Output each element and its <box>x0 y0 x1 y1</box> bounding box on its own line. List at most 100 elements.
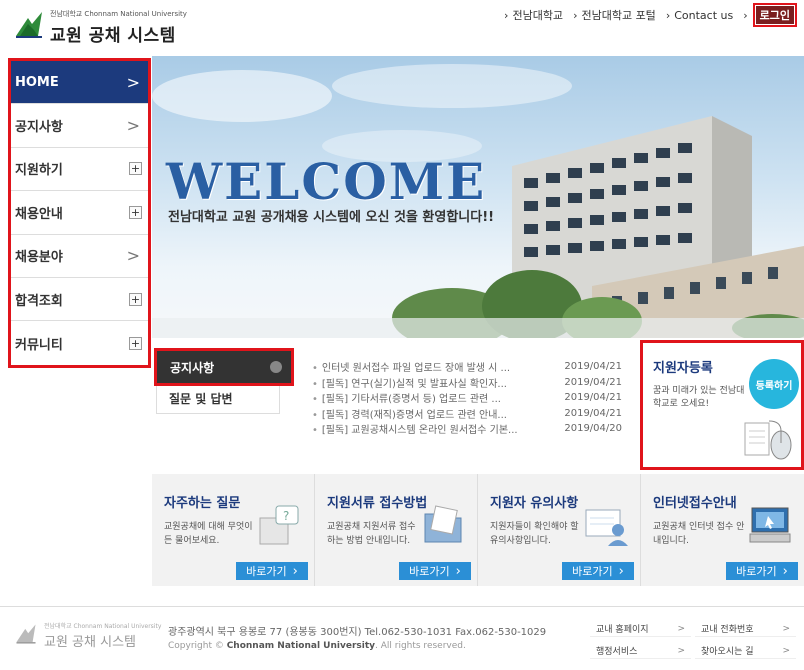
top-link-contact[interactable]: Contact us <box>666 9 733 22</box>
shortcut-label: 바로가기 <box>736 565 777 578</box>
computer-icon <box>749 507 791 543</box>
card-title[interactable]: 자주하는 질문 <box>164 492 240 511</box>
sidebar-item-recruit-field[interactable]: 채용분야 > <box>11 235 148 278</box>
sidebar-item-home[interactable]: HOME > <box>11 61 148 105</box>
notice-list: 인터넷 원서접수 파일 업로드 장애 발생 시 ... 2019/04/21 [… <box>312 359 622 437</box>
login-chevron-icon <box>743 9 751 22</box>
card-title[interactable]: 지원자 유의사항 <box>490 492 578 511</box>
list-item[interactable]: [필독] 경력(재직)증명서 업로드 관련 안내... 2019/04/21 <box>312 406 622 422</box>
quick-links: 자주하는 질문 교원공채에 대해 무엇이든 물어보세요. ? 바로가기 › 지원서… <box>152 474 804 586</box>
logo-subtitle: 전남대학교 Chonnam National University <box>50 10 187 18</box>
footer-links: 교내 홈페이지 > 교내 전화번호 > 행정서비스 > 찾아오시는 길 > <box>590 621 796 659</box>
sidebar-item-recruit-guide[interactable]: 채용안내 + <box>11 191 148 235</box>
shortcut-button[interactable]: 바로가기 › <box>726 562 798 580</box>
copyright-owner: Chonnam National University <box>226 641 375 651</box>
notice-date: 2019/04/20 <box>564 423 622 435</box>
tab-label: 공지사항 <box>170 360 215 375</box>
card-title[interactable]: 지원서류 접수방법 <box>327 492 427 511</box>
applicant-notice-icon <box>585 509 628 546</box>
footer-address: 광주광역시 북구 용봉로 77 (용봉동 300번지) Tel.062-530-… <box>168 627 547 638</box>
notice-title[interactable]: 인터넷 원서접수 파일 업로드 장애 발생 시 ... <box>312 359 532 374</box>
register-button[interactable]: 등록하기 <box>749 359 799 409</box>
register-title[interactable]: 지원자등록 <box>653 357 713 376</box>
sidebar-item-label: HOME <box>15 74 59 90</box>
top-navigation: 전남대학교 전남대학교 포털 Contact us 로그인 <box>504 3 798 27</box>
chevron-right-icon: > <box>677 623 685 634</box>
card-description: 교원공채 지원서류 접수하는 방법 안내입니다. <box>327 522 416 546</box>
sidebar-item-label: 합격조회 <box>15 293 63 309</box>
footer-copyright: Copyright © Chonnam National University.… <box>168 641 466 651</box>
folder-icon <box>424 505 462 543</box>
footer-logo-title: 교원 공채 시스템 <box>44 635 136 650</box>
card-description: 교원공채에 대해 무엇이든 물어보세요. <box>164 522 253 546</box>
expand-plus-icon[interactable]: + <box>129 205 142 219</box>
sidebar-item-community[interactable]: 커뮤니티 + <box>11 321 148 364</box>
chevron-right-icon: › <box>618 563 624 579</box>
card-applicant-notice: 지원자 유의사항 지원자들이 확인해야 할 유의사항입니다. 바로가기 › <box>478 474 641 586</box>
expand-plus-icon[interactable]: + <box>129 162 142 176</box>
footer-logo-subtitle: 전남대학교 Chonnam National University <box>44 623 162 630</box>
footer-link-label: 행정서비스 <box>596 647 638 657</box>
sidebar-item-result[interactable]: 합격조회 + <box>11 278 148 322</box>
tab-qna[interactable]: 질문 및 답변 <box>156 384 280 414</box>
footer-link-label: 교내 전화번호 <box>701 625 754 635</box>
shortcut-label: 바로가기 <box>246 565 287 578</box>
chevron-right-icon: > <box>126 246 140 266</box>
sidebar-menu: HOME > 공지사항 > 지원하기 + 채용안내 + 채용분야 > 합격조회 … <box>8 58 151 368</box>
more-icon[interactable] <box>270 361 282 373</box>
shortcut-button[interactable]: 바로가기 › <box>399 562 471 580</box>
logo-title[interactable]: 교원 공채 시스템 <box>50 21 176 46</box>
chevron-right-icon: › <box>292 563 298 579</box>
tab-notice[interactable]: 공지사항 <box>154 348 294 386</box>
notice-title[interactable]: [필독] 기타서류(증명서 등) 업로드 관련 ... <box>312 390 532 405</box>
sidebar-item-label: 채용분야 <box>15 250 63 266</box>
notice-date: 2019/04/21 <box>564 361 622 373</box>
list-item[interactable]: [필독] 기타서류(증명서 등) 업로드 관련 ... 2019/04/21 <box>312 390 622 406</box>
chevron-right-icon: > <box>782 645 790 656</box>
expand-plus-icon[interactable]: + <box>129 292 142 306</box>
footer-link-label: 교내 홈페이지 <box>596 625 649 635</box>
university-logo-icon[interactable] <box>14 10 44 40</box>
card-description: 지원자들이 확인해야 할 유의사항입니다. <box>490 522 579 546</box>
top-link-jnu[interactable]: 전남대학교 <box>504 7 563 23</box>
chevron-right-icon: > <box>126 72 140 92</box>
welcome-subtitle: 전남대학교 교원 공개채용 시스템에 오신 것을 환영합니다!! <box>168 210 495 225</box>
notice-title[interactable]: [필독] 연구(실기)실적 및 발표사실 확인자... <box>312 375 532 390</box>
shortcut-button[interactable]: 바로가기 › <box>562 562 634 580</box>
shortcut-label: 바로가기 <box>572 565 613 578</box>
login-button[interactable]: 로그인 <box>752 3 798 27</box>
top-link-portal[interactable]: 전남대학교 포털 <box>573 7 655 23</box>
chevron-right-icon: › <box>782 563 788 579</box>
card-submission-method: 지원서류 접수방법 교원공채 지원서류 접수하는 방법 안내입니다. 바로가기 › <box>315 474 478 586</box>
notice-date: 2019/04/21 <box>564 376 622 388</box>
expand-plus-icon[interactable]: + <box>129 336 142 350</box>
sidebar-item-label: 채용안내 <box>15 206 63 222</box>
list-item[interactable]: [필독] 교원공채시스템 온라인 원서접수 기본... 2019/04/20 <box>312 421 622 437</box>
sidebar-item-apply[interactable]: 지원하기 + <box>11 148 148 192</box>
footer-link-admin-service[interactable]: 행정서비스 > <box>590 643 691 659</box>
copyright-prefix: Copyright © <box>168 641 227 651</box>
sidebar-item-label: 커뮤니티 <box>15 337 63 353</box>
card-internet-guide: 인터넷접수안내 교원공채 인터넷 접수 안내입니다. 바로가기 › <box>641 474 804 586</box>
footer-link-directions[interactable]: 찾아오시는 길 > <box>695 643 796 659</box>
footer-link-label: 찾아오시는 길 <box>701 647 754 657</box>
notice-title[interactable]: [필독] 교원공채시스템 온라인 원서접수 기본... <box>312 421 532 436</box>
applicant-register-panel: 지원자등록 꿈과 미래가 있는 전남대학교로 오세요! 등록하기 <box>640 340 804 470</box>
card-description: 교원공채 인터넷 접수 안내입니다. <box>653 522 745 546</box>
sidebar-item-notice[interactable]: 공지사항 > <box>11 104 148 148</box>
card-title[interactable]: 인터넷접수안내 <box>653 492 737 511</box>
shortcut-button[interactable]: 바로가기 › <box>236 562 308 580</box>
notice-date: 2019/04/21 <box>564 392 622 404</box>
hero-banner: WELCOME 전남대학교 교원 공개채용 시스템에 오신 것을 환영합니다!! <box>152 56 804 338</box>
notice-title[interactable]: [필독] 경력(재직)증명서 업로드 관련 안내... <box>312 406 532 421</box>
header: 전남대학교 Chonnam National University 교원 공채 … <box>0 0 804 56</box>
list-item[interactable]: 인터넷 원서접수 파일 업로드 장애 발생 시 ... 2019/04/21 <box>312 359 622 375</box>
chevron-right-icon: > <box>782 623 790 634</box>
chevron-right-icon: › <box>455 563 461 579</box>
footer-link-phonebook[interactable]: 교내 전화번호 > <box>695 621 796 637</box>
faq-icon: ? <box>259 505 299 545</box>
footer-link-homepage[interactable]: 교내 홈페이지 > <box>590 621 691 637</box>
list-item[interactable]: [필독] 연구(실기)실적 및 발표사실 확인자... 2019/04/21 <box>312 375 622 391</box>
chevron-right-icon: > <box>677 645 685 656</box>
welcome-heading: WELCOME <box>166 152 487 211</box>
